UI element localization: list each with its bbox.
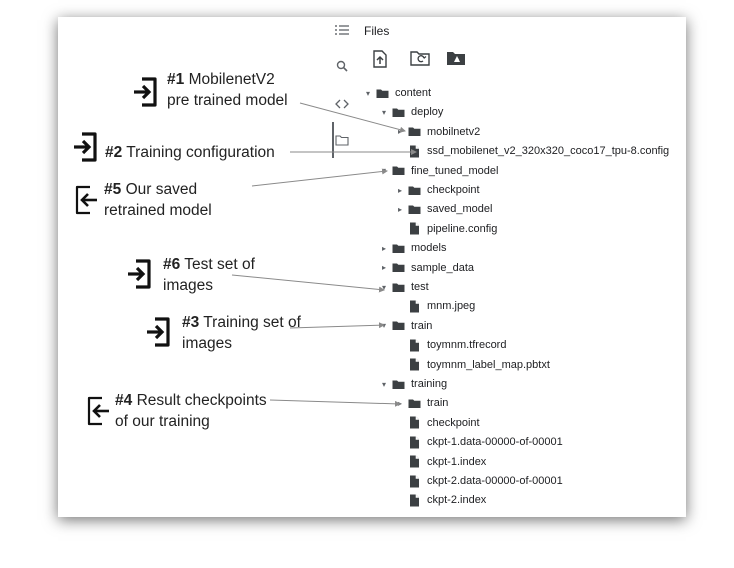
arrow-6	[231, 274, 385, 293]
arrow-5	[251, 168, 388, 187]
arrow-1	[299, 102, 406, 133]
annotation-arrows	[231, 102, 417, 407]
arrow-3	[289, 322, 385, 329]
arrow-4	[269, 399, 401, 407]
